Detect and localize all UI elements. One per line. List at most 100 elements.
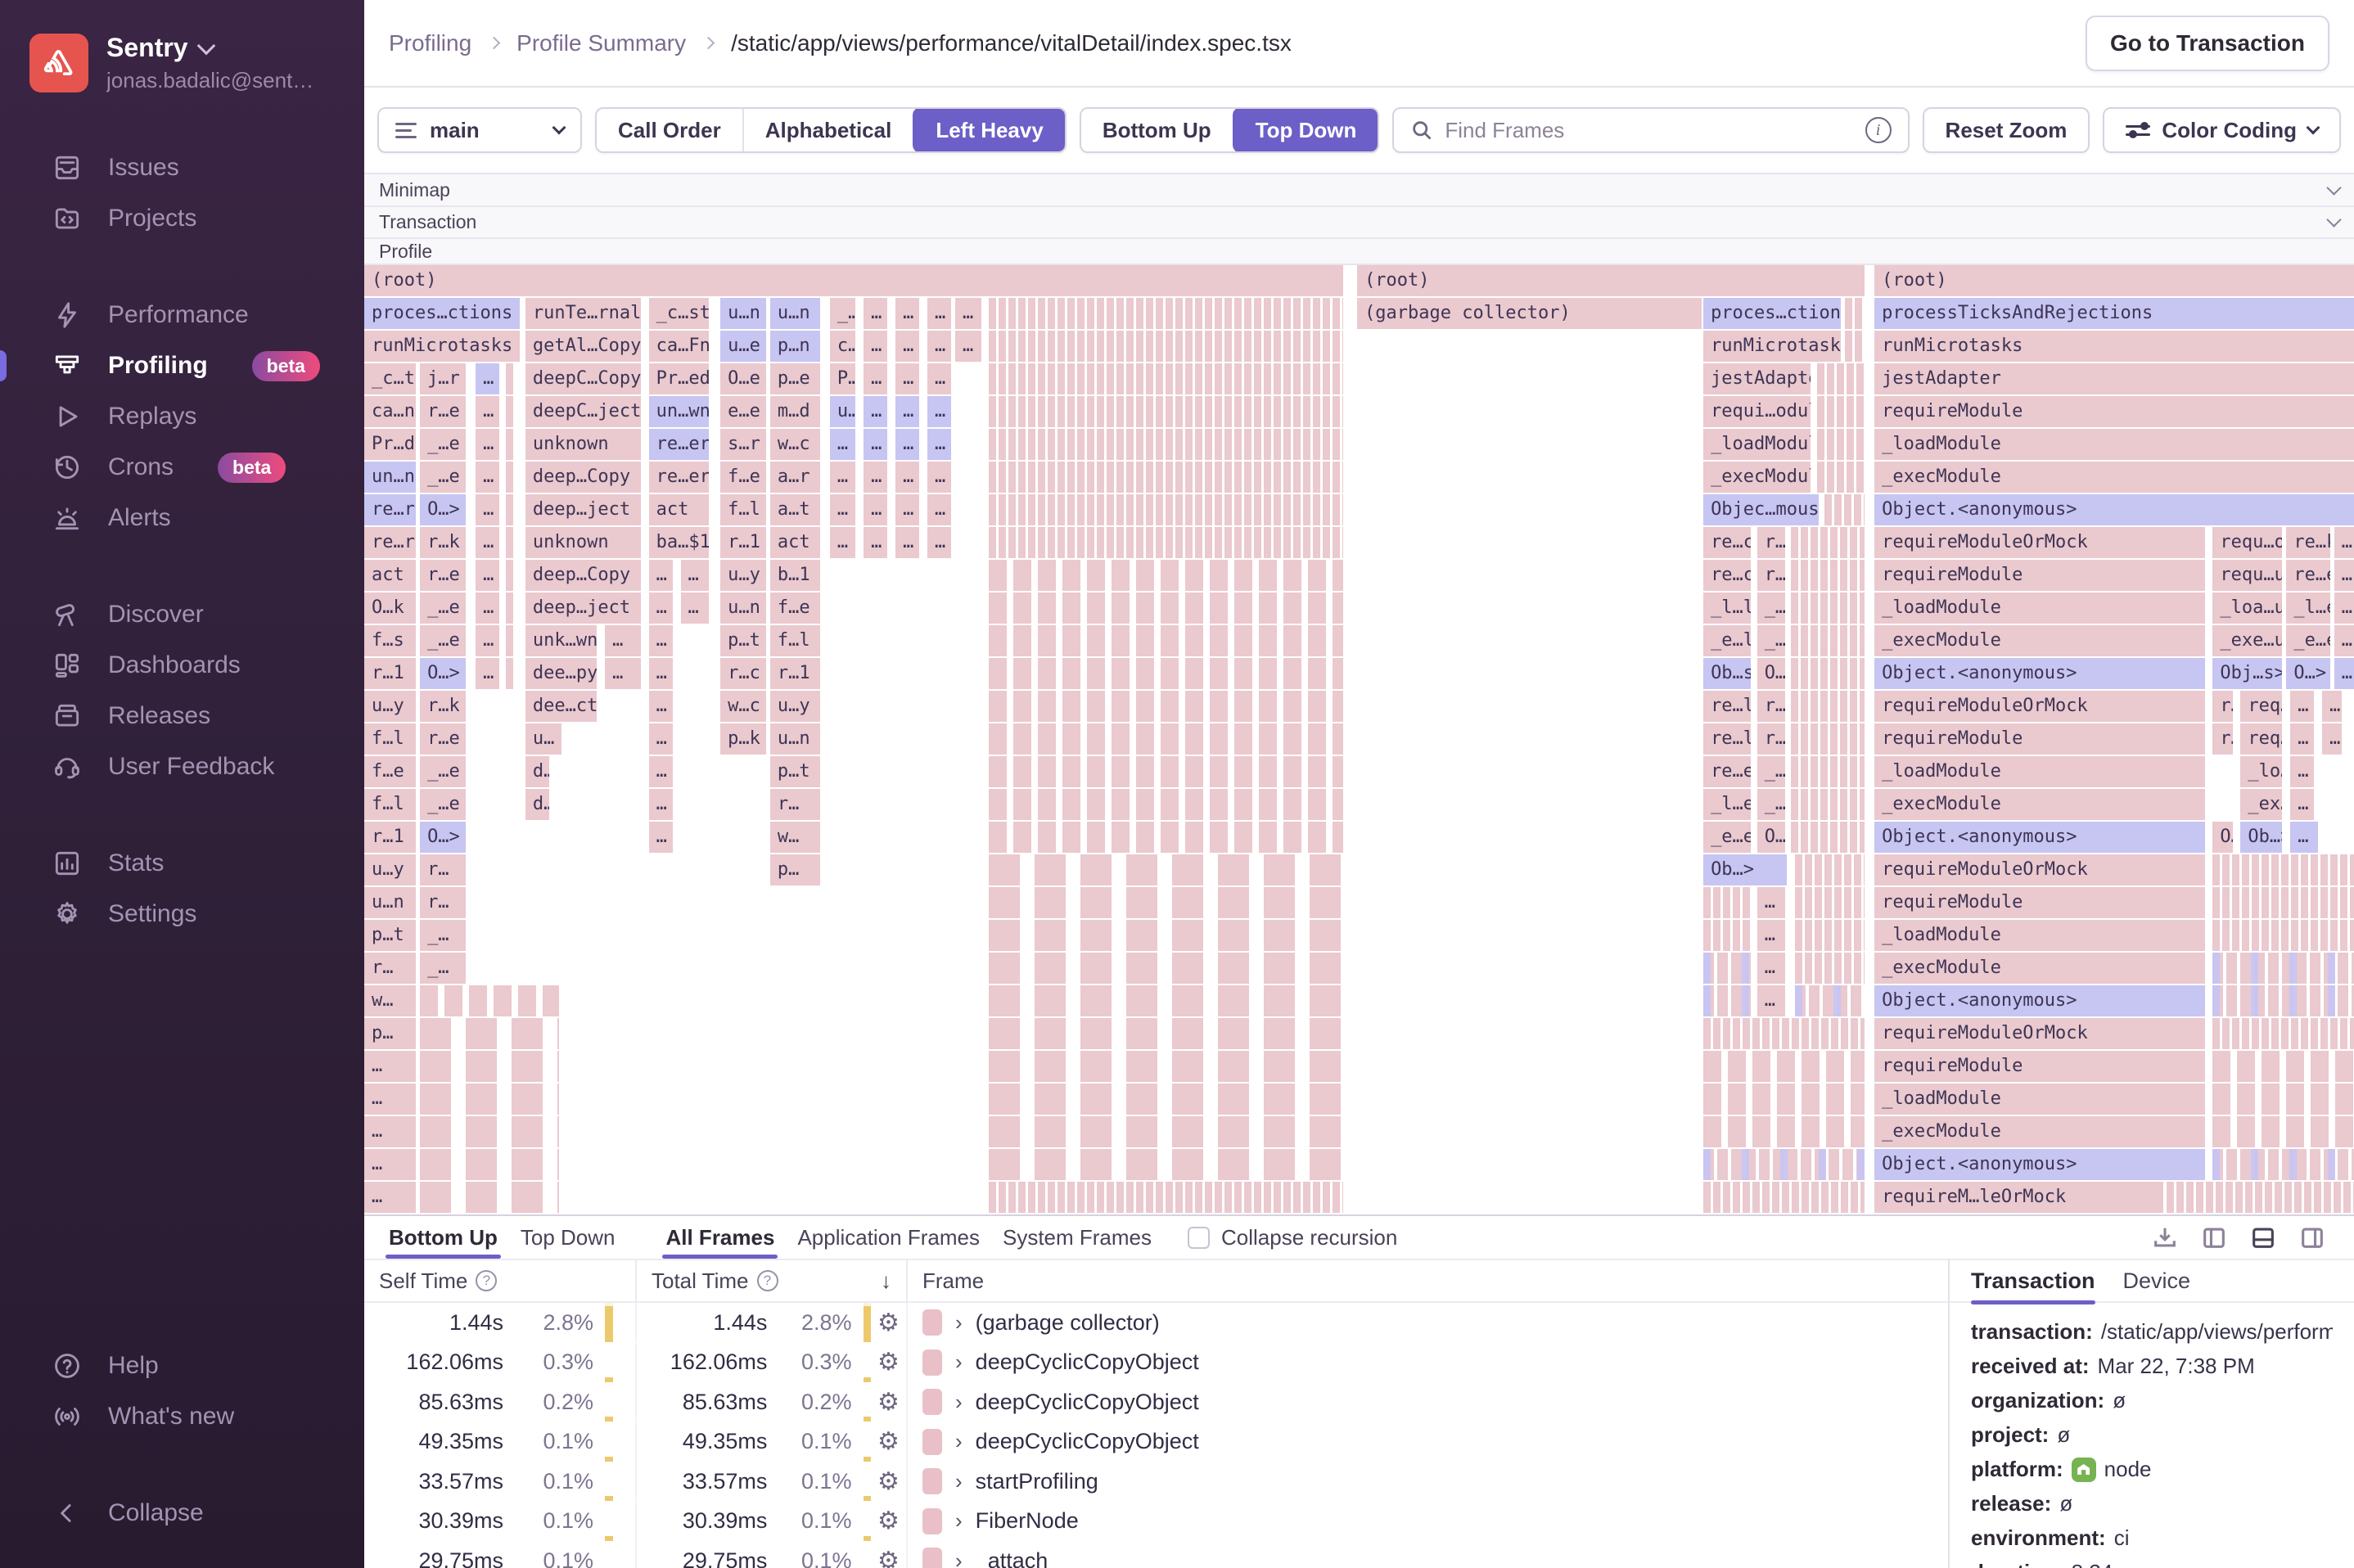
flame-fragments[interactable] <box>989 429 1343 460</box>
flame-frame[interactable]: m…d <box>770 396 820 427</box>
export-download-button[interactable] <box>2151 1223 2179 1251</box>
profile-section-header[interactable]: Profile <box>364 237 2354 265</box>
flame-fragments[interactable] <box>2212 1149 2354 1180</box>
flame-fragments[interactable] <box>420 1084 559 1115</box>
flame-frame[interactable]: _execModule <box>1874 789 2205 820</box>
flame-frame[interactable]: f…l <box>364 723 416 755</box>
flame-frame[interactable]: … <box>2334 560 2354 591</box>
flame-frame[interactable]: … <box>955 298 981 329</box>
flame-frame[interactable]: … <box>649 593 673 624</box>
flame-frame[interactable]: … <box>927 462 951 493</box>
flame-frame[interactable]: r…1 <box>770 658 820 689</box>
flame-frame[interactable]: (root) <box>1874 265 2354 296</box>
flame-fragments[interactable] <box>989 1084 1343 1115</box>
flame-frame[interactable]: deepC…Copy <box>525 363 641 394</box>
flame-frame[interactable]: u…y <box>720 560 766 591</box>
flame-frame[interactable]: w…c <box>720 691 766 722</box>
flame-frame[interactable]: … <box>476 429 499 460</box>
flamegraph[interactable]: (root)(root)(root)proces…ctionsrunTe…rna… <box>364 265 2354 1214</box>
flame-frame[interactable]: dee…py <box>525 658 598 689</box>
flame-frame[interactable]: jestAdapter <box>1874 363 2354 394</box>
flame-frame[interactable]: re…l <box>1703 691 1751 722</box>
flame-frame[interactable]: … <box>895 462 919 493</box>
self-time-column-header[interactable]: Self Time ? <box>364 1260 635 1301</box>
flame-frame[interactable]: _… <box>830 298 856 329</box>
flame-frame[interactable]: Obj…s> <box>2212 658 2282 689</box>
flame-frame[interactable]: r…k <box>420 527 466 558</box>
sidebar-item-dashboards[interactable]: Dashboards <box>0 640 364 691</box>
flame-frame[interactable]: … <box>895 494 919 525</box>
flame-frame[interactable]: … <box>927 298 951 329</box>
flame-frame[interactable]: requireModule <box>1874 887 2205 918</box>
flame-frame[interactable]: _exe…ule <box>2212 625 2282 656</box>
flame-frame[interactable]: processTicksAndRejections <box>1874 298 2354 329</box>
flame-frame[interactable]: … <box>649 691 673 722</box>
thread-select[interactable]: main <box>377 107 582 153</box>
flame-frame[interactable]: f…e <box>364 756 416 787</box>
flame-frame[interactable]: … <box>830 462 856 493</box>
flame-frame[interactable]: _… <box>420 920 466 951</box>
flame-frame[interactable]: _execModule <box>1874 625 2205 656</box>
flame-frame[interactable]: … <box>2322 723 2342 755</box>
flame-frame[interactable]: f…l <box>770 625 820 656</box>
flame-frame[interactable]: O…> <box>420 822 466 853</box>
flame-frame[interactable]: Object.<anonymous> <box>1874 985 2205 1016</box>
flame-frame[interactable]: r… <box>420 854 466 885</box>
flame-fragments[interactable] <box>1703 1149 1865 1180</box>
flame-frame[interactable]: … <box>649 789 673 820</box>
flame-fragments[interactable] <box>506 527 514 558</box>
flame-frame[interactable]: … <box>830 429 856 460</box>
flame-fragments[interactable] <box>1845 331 1865 362</box>
flame-frame[interactable]: … <box>476 625 499 656</box>
flame-frame[interactable]: f…e <box>720 462 766 493</box>
flame-fragments[interactable] <box>1795 854 1865 885</box>
flame-frame[interactable]: … <box>895 363 919 394</box>
flame-frame[interactable]: p…k <box>720 723 766 755</box>
flame-fragments[interactable] <box>506 625 514 656</box>
flame-fragments[interactable] <box>1703 953 1751 984</box>
flame-fragments[interactable] <box>1791 593 1865 624</box>
flame-fragments[interactable] <box>506 494 514 525</box>
sidebar-item-whats-new[interactable]: What's new <box>0 1391 364 1442</box>
find-frames-search[interactable]: i <box>1392 107 1909 153</box>
flame-frame[interactable]: jestAdapter <box>1703 363 1811 394</box>
flame-frame[interactable]: … <box>927 494 951 525</box>
flame-frame[interactable]: proces…ctions <box>1703 298 1841 329</box>
flame-frame[interactable]: r… <box>364 953 416 984</box>
flame-fragments[interactable] <box>1791 789 1865 820</box>
flame-frame[interactable]: re…r <box>364 494 416 525</box>
frame-table-row[interactable]: 1.44s2.8%1.44s2.8%⚙›(garbage collector) <box>364 1303 1948 1343</box>
flame-frame[interactable]: r… <box>2212 691 2232 722</box>
flame-frame[interactable]: e…e <box>720 396 766 427</box>
flame-frame[interactable]: … <box>649 723 673 755</box>
collapse-recursion-checkbox[interactable]: Collapse recursion <box>1188 1225 1397 1250</box>
flame-fragments[interactable] <box>989 396 1343 427</box>
flame-frame[interactable]: act <box>364 560 416 591</box>
sort-option-alphabetical[interactable]: Alphabetical <box>742 107 913 153</box>
flame-frame[interactable]: d… <box>525 756 549 787</box>
flame-frame[interactable]: … <box>864 298 887 329</box>
flame-fragments[interactable] <box>989 691 1343 722</box>
flame-frame[interactable]: … <box>681 560 709 591</box>
flame-frame[interactable]: … <box>864 494 887 525</box>
flame-frame[interactable]: requireModuleOrMock <box>1874 527 2205 558</box>
flame-frame[interactable]: … <box>927 363 951 394</box>
flame-frame[interactable]: u…n <box>720 593 766 624</box>
flame-frame[interactable]: runMicrotasks <box>1874 331 2354 362</box>
flame-fragments[interactable] <box>1791 822 1865 853</box>
flame-fragments[interactable] <box>1703 887 1751 918</box>
flame-frame[interactable]: … <box>2334 658 2354 689</box>
flame-frame[interactable]: … <box>864 331 887 362</box>
flame-frame[interactable]: _… <box>1757 593 1785 624</box>
sidebar-item-replays[interactable]: Replays <box>0 391 364 442</box>
flame-fragments[interactable] <box>1817 396 1865 427</box>
flame-frame[interactable]: re…ck <box>1703 560 1751 591</box>
flame-frame[interactable]: _… <box>1757 756 1785 787</box>
flame-fragments[interactable] <box>989 953 1343 984</box>
frame-table-row[interactable]: 162.06ms0.3%162.06ms0.3%⚙›deepCyclicCopy… <box>364 1343 1948 1383</box>
frame-column-header[interactable]: Frame <box>906 1260 1948 1301</box>
flame-frame[interactable]: _loadModule <box>1703 429 1811 460</box>
flame-frame[interactable]: runMicrotasks <box>364 331 520 362</box>
flame-fragments[interactable] <box>989 887 1343 918</box>
sidebar-item-issues[interactable]: Issues <box>0 142 364 193</box>
